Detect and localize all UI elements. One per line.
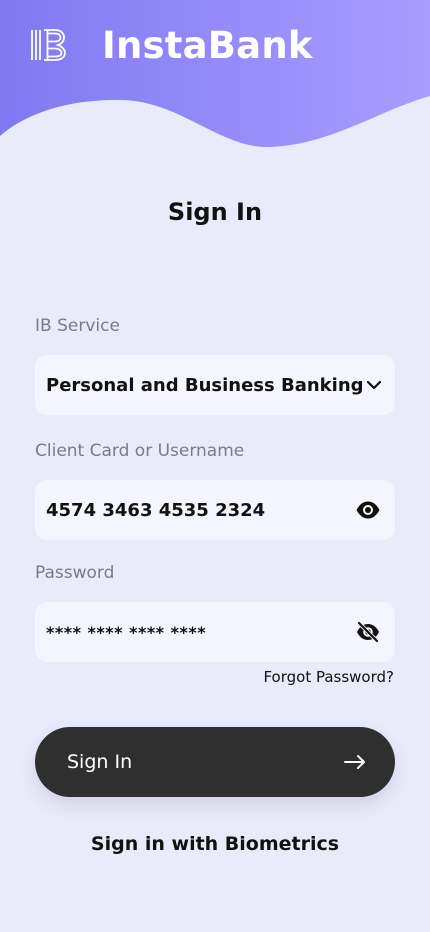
brand-name: InstaBank bbox=[102, 23, 313, 67]
password-field[interactable]: **** **** **** **** bbox=[35, 602, 395, 662]
ib-service-label: IB Service bbox=[35, 316, 120, 336]
sign-in-button[interactable]: Sign In bbox=[35, 727, 395, 797]
username-label: Client Card or Username bbox=[35, 441, 245, 461]
ib-service-select[interactable]: Personal and Business Banking bbox=[35, 355, 395, 415]
arrow-right-icon bbox=[343, 753, 367, 771]
sign-in-biometrics-link[interactable]: Sign in with Biometrics bbox=[0, 833, 430, 855]
password-label: Password bbox=[35, 563, 115, 583]
eye-off-icon[interactable] bbox=[355, 620, 381, 644]
username-field[interactable]: 4574 3463 4535 2324 bbox=[35, 480, 395, 540]
page-title: Sign In bbox=[167, 198, 263, 226]
sign-in-button-label: Sign In bbox=[67, 751, 133, 773]
brand-header: InstaBank bbox=[30, 26, 313, 64]
forgot-password-link[interactable]: Forgot Password? bbox=[263, 668, 394, 686]
password-value[interactable]: **** **** **** **** bbox=[46, 623, 206, 642]
ib-service-value: Personal and Business Banking bbox=[46, 374, 364, 396]
header-wave-background bbox=[0, 0, 430, 148]
instabank-logo-icon bbox=[31, 29, 66, 61]
sign-in-screen: InstaBank Sign In IB Service Personal an… bbox=[0, 0, 430, 932]
username-value[interactable]: 4574 3463 4535 2324 bbox=[46, 500, 265, 521]
chevron-down-icon[interactable] bbox=[364, 375, 384, 395]
eye-icon[interactable] bbox=[355, 500, 381, 520]
